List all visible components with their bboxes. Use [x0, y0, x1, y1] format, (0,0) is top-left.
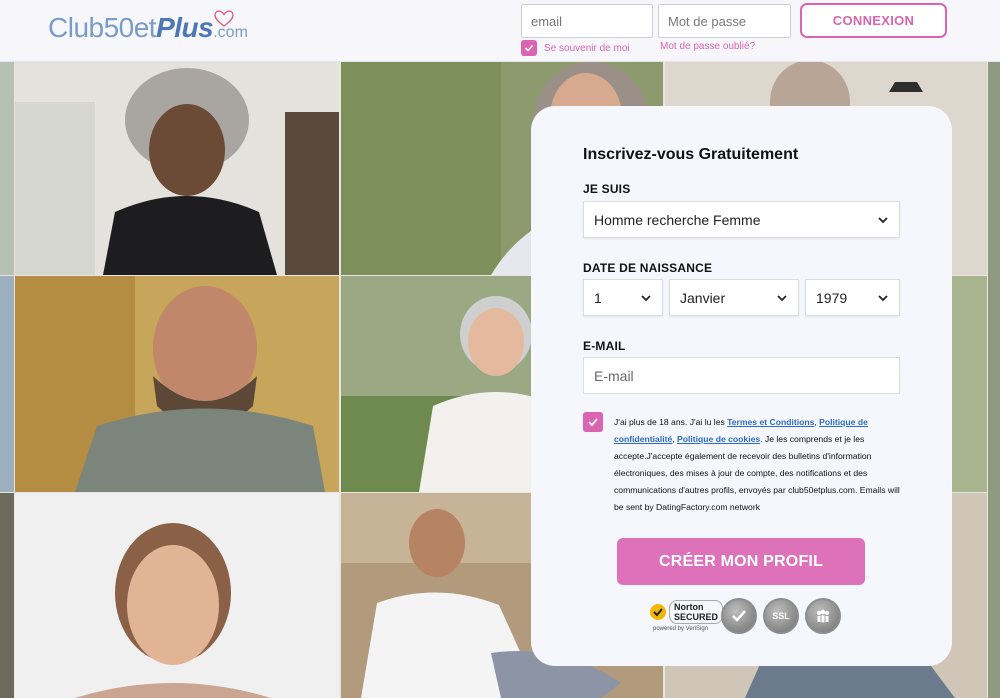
login-button[interactable]: CONNEXION: [800, 3, 947, 38]
remember-me-checkbox[interactable]: [521, 40, 537, 56]
terms-text-part: J'ai plus de 18 ans. J'ai lu les: [614, 417, 728, 427]
birth-month-value: Janvier: [680, 289, 726, 306]
norton-check-icon: [650, 604, 666, 620]
terms-conditions-link[interactable]: Termes et Conditions: [727, 417, 814, 427]
birth-day-select[interactable]: 1: [583, 279, 663, 316]
birth-year-select[interactable]: 1979: [805, 279, 900, 316]
heart-icon: [214, 10, 234, 27]
verified-seal-icon: [721, 598, 757, 634]
remember-me[interactable]: Se souvenir de moi: [521, 40, 630, 56]
forgot-password-link[interactable]: Mot de passe oublié?: [660, 41, 755, 52]
chevron-down-icon: [777, 294, 787, 301]
birth-month-select[interactable]: Janvier: [669, 279, 799, 316]
remember-me-label: Se souvenir de moi: [544, 42, 630, 54]
norton-powered-text: powered by VeriSign: [653, 626, 709, 632]
check-icon: [588, 418, 598, 427]
login-email-input[interactable]: [521, 4, 653, 38]
birthdate-label: DATE DE NAISSANCE: [583, 261, 713, 275]
ssl-seal-icon: SSL: [763, 598, 799, 634]
site-logo[interactable]: Club50et Plus .com: [48, 10, 248, 52]
ssl-seal-text: SSL: [772, 611, 790, 621]
terms-text: J'ai plus de 18 ans. J'ai lu les Termes …: [614, 414, 904, 516]
birth-year-value: 1979: [816, 289, 848, 306]
i-am-label: JE SUIS: [583, 182, 631, 196]
top-header: Club50etPlus.com CONNEXION Se souvenir d…: [0, 0, 1000, 62]
chevron-down-icon: [878, 216, 888, 223]
photo-edge: [988, 62, 1000, 698]
logo-text: Club50et: [48, 12, 157, 43]
logo-plus-text: Plus: [156, 12, 214, 43]
community-seal-icon: [805, 598, 841, 634]
photo-edge: [0, 493, 14, 698]
cookie-policy-link[interactable]: Politique de cookies: [677, 434, 760, 444]
photo-edge: [0, 62, 14, 275]
signup-card: Inscrivez-vous Gratuitement JE SUIS Homm…: [531, 106, 952, 666]
gender-select[interactable]: Homme recherche Femme: [583, 201, 900, 238]
signup-title: Inscrivez-vous Gratuitement: [583, 146, 799, 163]
security-badges: Norton SECURED powered by VeriSign SSL: [649, 598, 841, 634]
gender-select-value: Homme recherche Femme: [594, 211, 761, 228]
norton-name-text: Norton: [674, 602, 704, 612]
check-icon: [524, 44, 534, 52]
profile-photo: [15, 62, 339, 275]
signup-email-input[interactable]: [583, 357, 900, 394]
norton-secured-text: SECURED: [674, 612, 719, 622]
profile-photo: [15, 276, 339, 492]
profile-photo: [15, 493, 339, 698]
chevron-down-icon: [641, 294, 651, 301]
login-password-input[interactable]: [658, 4, 791, 38]
terms-checkbox[interactable]: [583, 412, 603, 432]
chevron-down-icon: [878, 294, 888, 301]
email-label: E-MAIL: [583, 339, 626, 353]
create-profile-button[interactable]: CRÉER MON PROFIL: [617, 538, 865, 585]
terms-text-part: . Je les comprends et je les accepte.J'a…: [614, 434, 900, 512]
birth-day-value: 1: [594, 289, 602, 306]
photo-edge: [0, 276, 14, 492]
norton-badge: Norton SECURED powered by VeriSign: [649, 598, 724, 634]
